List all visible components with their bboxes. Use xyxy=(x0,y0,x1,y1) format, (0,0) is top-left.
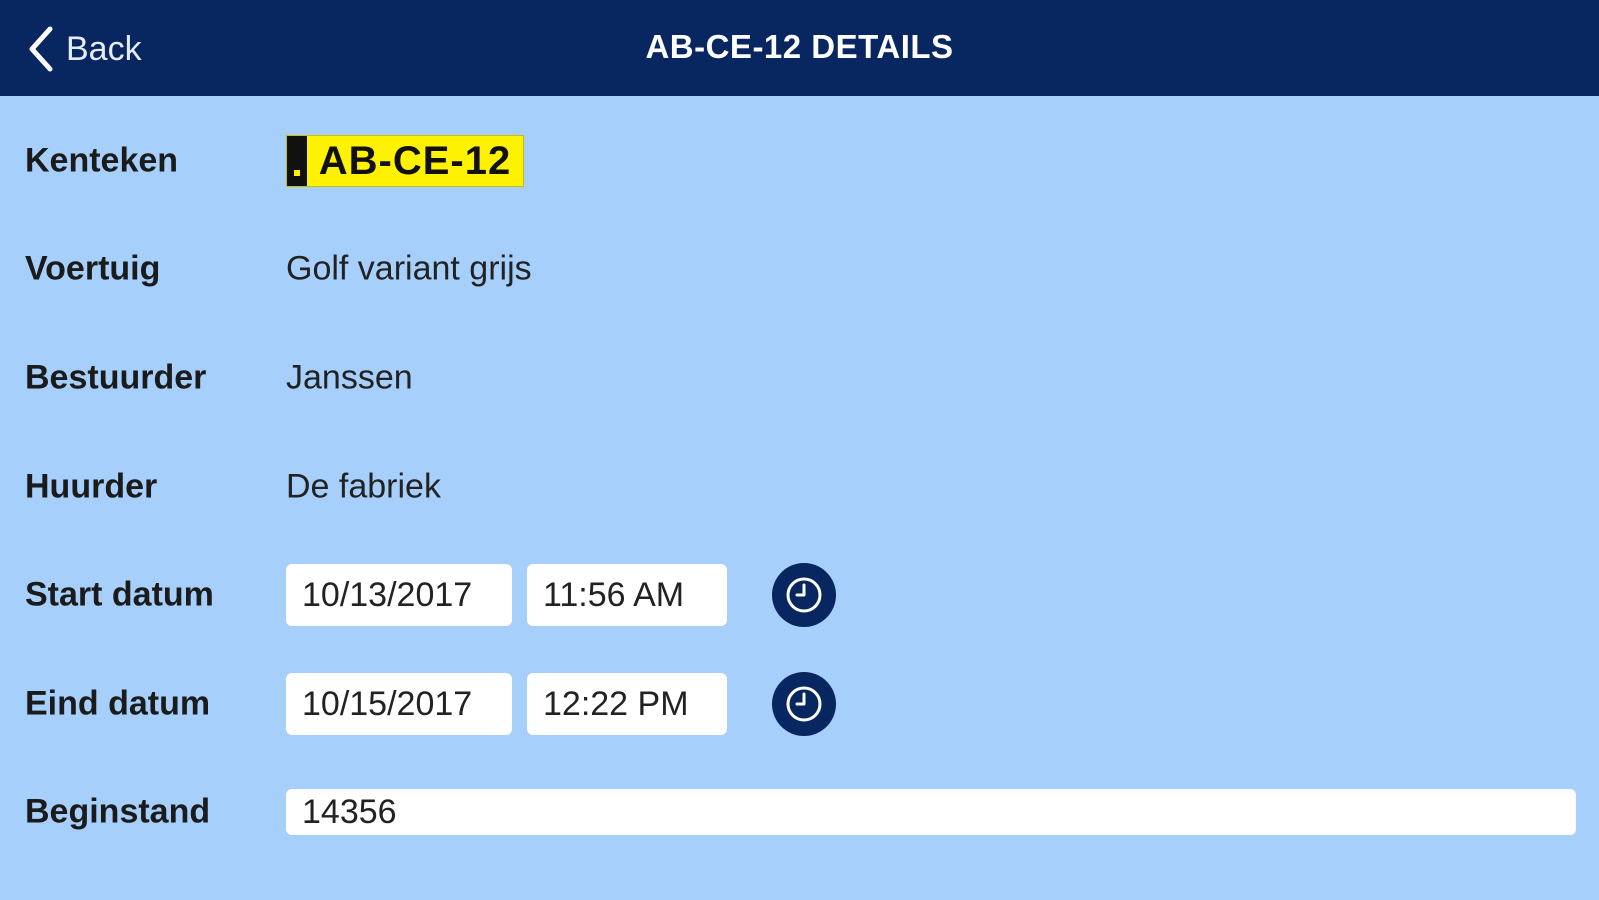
eind-datum-label: Eind datum xyxy=(25,684,211,723)
bestuurder-value: Janssen xyxy=(286,358,413,397)
voertuig-value: Golf variant grijs xyxy=(286,249,532,288)
huurder-row: Huurder De fabriek xyxy=(0,452,1599,522)
end-clock-button[interactable] xyxy=(772,672,836,736)
beginstand-row: Beginstand 14356 xyxy=(0,777,1599,847)
kenteken-row: Kenteken AB-CE-12 xyxy=(0,126,1599,196)
bestuurder-label: Bestuurder xyxy=(25,358,207,397)
huurder-value: De fabriek xyxy=(286,467,441,506)
huurder-label: Huurder xyxy=(25,467,158,506)
bestuurder-row: Bestuurder Janssen xyxy=(0,343,1599,413)
plate-eu-strip xyxy=(287,136,307,186)
start-date-field[interactable]: 10/13/2017 xyxy=(286,564,512,626)
kenteken-label: Kenteken xyxy=(25,141,179,180)
end-date-field[interactable]: 10/15/2017 xyxy=(286,673,512,735)
start-clock-button[interactable] xyxy=(772,563,836,627)
license-plate: AB-CE-12 xyxy=(286,135,524,187)
license-plate-text: AB-CE-12 xyxy=(318,138,512,183)
eind-datum-row: Eind datum 10/15/2017 12:22 PM xyxy=(0,669,1599,739)
beginstand-field[interactable]: 14356 xyxy=(286,789,1576,835)
end-time-field[interactable]: 12:22 PM xyxy=(527,673,727,735)
clock-icon xyxy=(786,686,822,722)
voertuig-label: Voertuig xyxy=(25,249,161,288)
start-time-field[interactable]: 11:56 AM xyxy=(527,564,727,626)
start-datum-row: Start datum 10/13/2017 11:56 AM xyxy=(0,560,1599,630)
navigation-bar: Back AB-CE-12 DETAILS xyxy=(0,0,1599,96)
beginstand-label: Beginstand xyxy=(25,792,211,831)
page-title: AB-CE-12 DETAILS xyxy=(645,28,954,65)
start-datum-label: Start datum xyxy=(25,575,214,614)
voertuig-row: Voertuig Golf variant grijs xyxy=(0,234,1599,304)
clock-icon xyxy=(786,577,822,613)
